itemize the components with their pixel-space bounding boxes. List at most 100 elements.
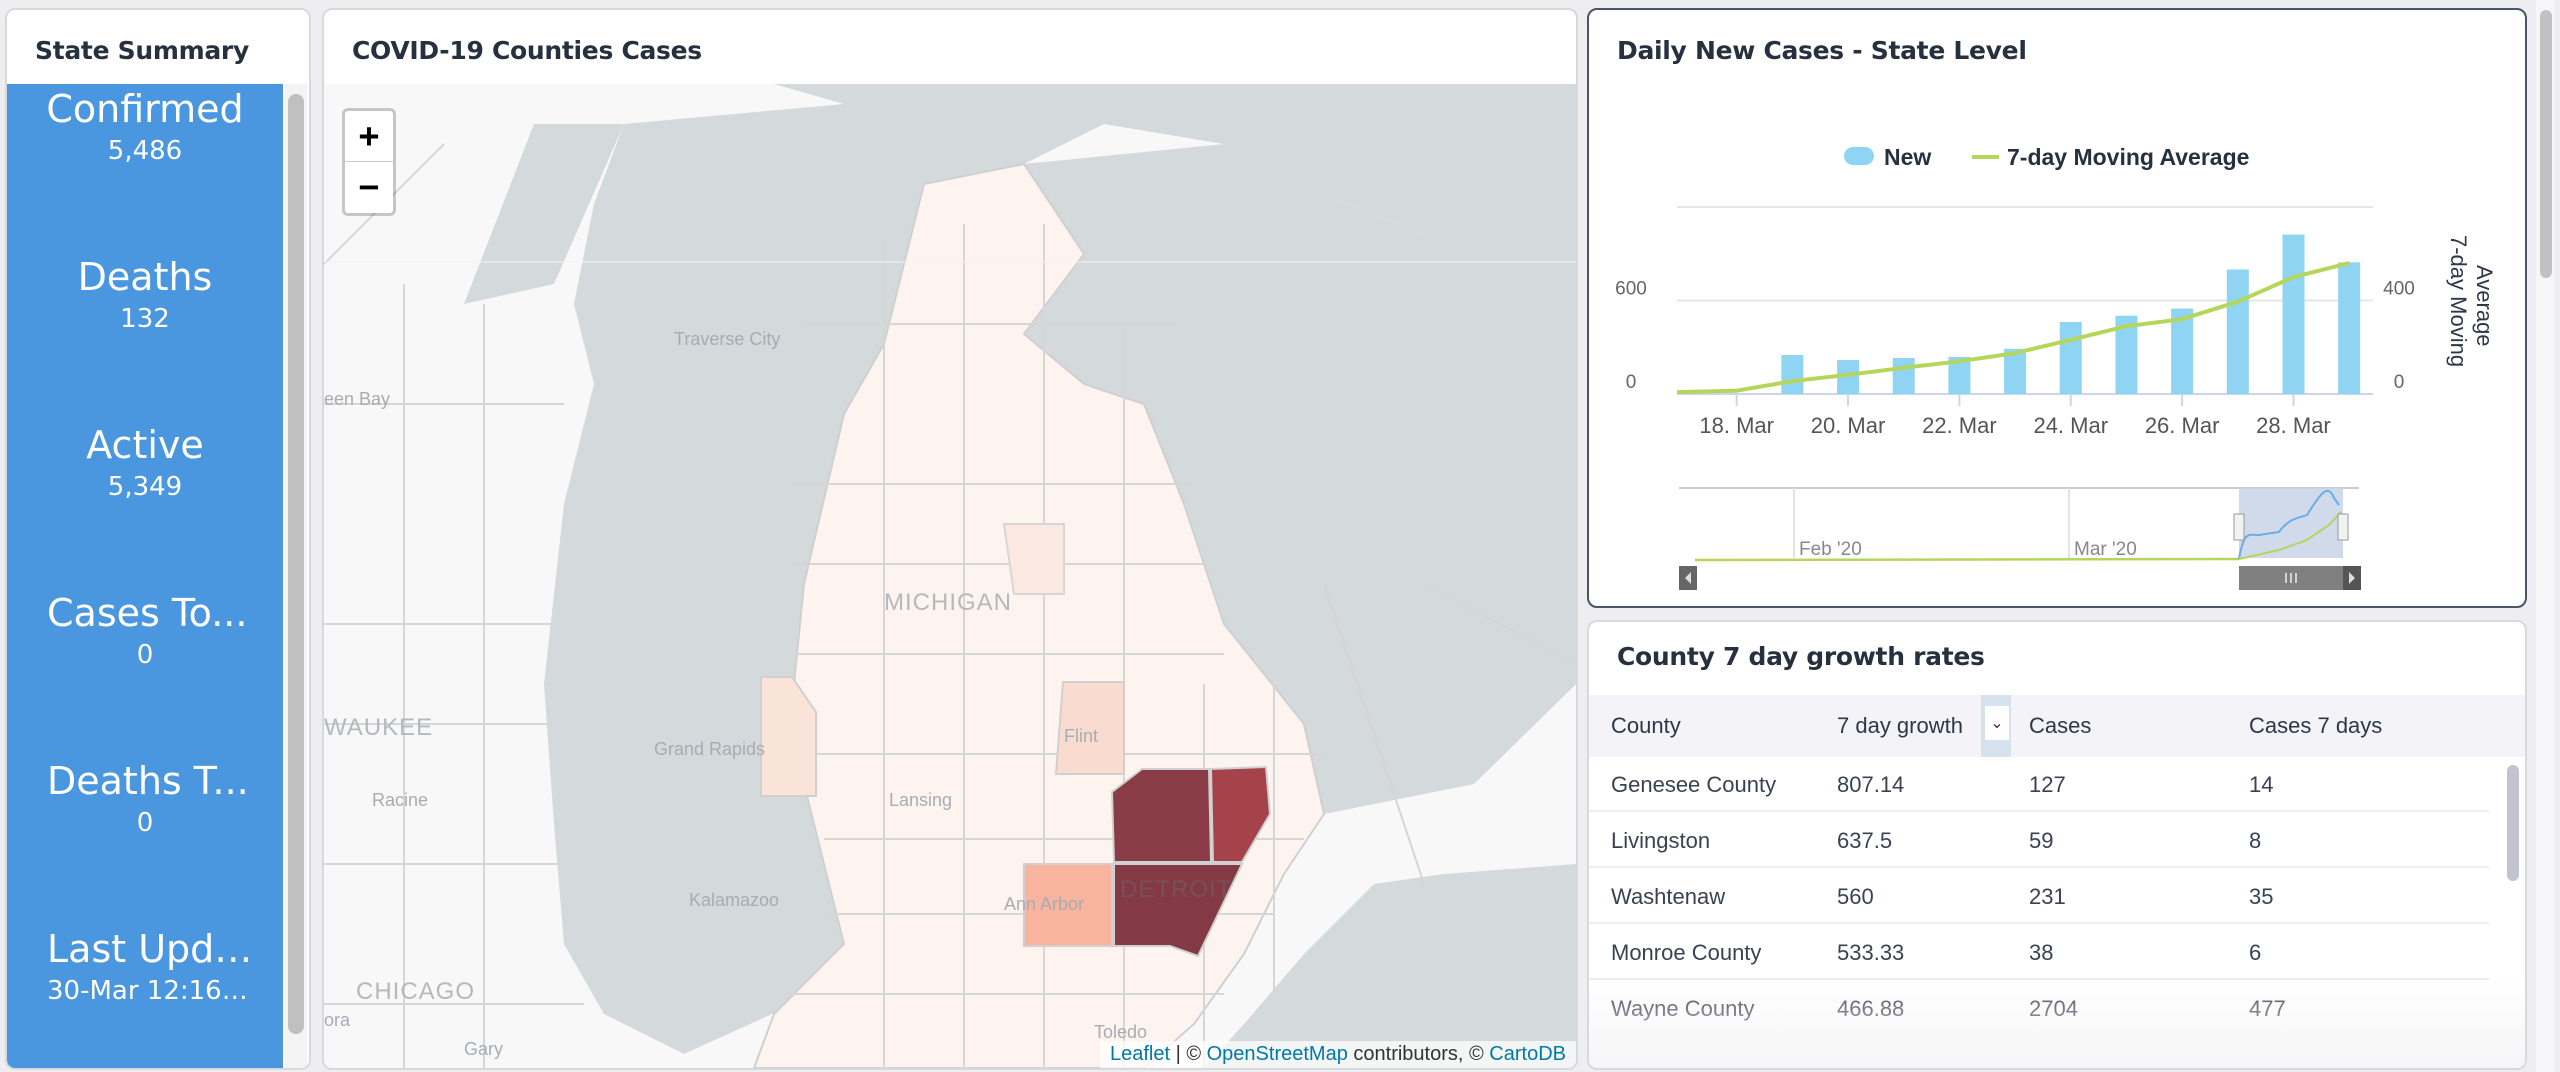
column-header-cases[interactable]: Cases: [2029, 695, 2091, 757]
city-label-grand-rapids: Grand Rapids: [654, 739, 766, 759]
table-row[interactable]: Washtenaw 560 231 35: [1589, 869, 2489, 924]
table-row[interactable]: Genesee County 807.14 127 14: [1589, 757, 2489, 812]
state-summary-title: State Summary: [35, 36, 249, 65]
city-label-milwaukee: WAUKEE: [324, 714, 434, 741]
city-label-detroit: DETROIT: [1120, 876, 1233, 903]
bar-new: [2282, 234, 2305, 394]
city-label-toledo: Toledo: [1094, 1022, 1148, 1042]
leaflet-link[interactable]: Leaflet: [1110, 1043, 1170, 1065]
bar-new: [2059, 322, 2082, 394]
map-svg: [324, 84, 1576, 1068]
city-label-kalamazoo: Kalamazoo: [689, 890, 780, 910]
city-label-traverse-city: Traverse City: [674, 329, 781, 349]
cell-cases-7days: 35: [2249, 884, 2274, 909]
right-axis-tick-label: 400: [2383, 279, 2415, 300]
city-label-flint: Flint: [1064, 726, 1099, 746]
column-header-county[interactable]: County: [1611, 695, 1681, 757]
county-other: [1002, 523, 1065, 595]
cell-growth: 807.14: [1837, 772, 1905, 797]
stat-label: Active: [86, 423, 204, 467]
cell-growth: 560: [1837, 884, 1874, 909]
stat-cases-today[interactable]: Cases To... 0: [7, 590, 283, 674]
stat-active[interactable]: Active 5,349: [7, 422, 283, 506]
x-tick-label: 24. Mar: [2033, 413, 2108, 438]
table-scrollbar-thumb[interactable]: [2507, 765, 2519, 881]
navigator-ma-series: [1694, 557, 2240, 562]
bar-new: [1781, 355, 1804, 394]
navigator-handle-right[interactable]: [2337, 513, 2349, 541]
city-label-ann-arbor: Ann Arbor: [1004, 894, 1085, 914]
stat-value: 0: [136, 640, 154, 670]
attribution-sep: | ©: [1170, 1043, 1207, 1065]
osm-link[interactable]: OpenStreetMap: [1207, 1043, 1348, 1065]
stat-label: Deaths: [77, 255, 213, 299]
chart-x-axis: 18. Mar 20. Mar 22. Mar 24. Mar 26. Mar 28. M…: [1699, 394, 2331, 438]
chart-navigator[interactable]: Feb '20 Mar '20: [1679, 487, 2361, 590]
right-axis-title-line: Average: [2472, 265, 2497, 347]
right-axis-tick-label: 0: [2394, 372, 2405, 393]
cell-county: Genesee County: [1611, 772, 1777, 797]
daily-cases-chart: New 7-day Moving Average 18. Mar 20. Mar 2…: [1615, 144, 2497, 590]
bar-new: [2226, 269, 2249, 394]
stat-value: 5,486: [107, 136, 183, 166]
cell-county: Monroe County: [1611, 940, 1762, 965]
legend-ma-label[interactable]: 7-day Moving Average: [2007, 144, 2249, 170]
stat-last-updated[interactable]: Last Upda... 30-Mar 12:16 ...: [7, 926, 283, 1010]
column-header-7day-growth[interactable]: 7 day growth: [1837, 695, 1963, 757]
city-label-chicago: CHICAGO: [356, 978, 476, 1005]
city-label-aurora: ora: [324, 1010, 351, 1030]
cell-cases: 127: [2029, 772, 2066, 797]
page-scrollbar[interactable]: [2536, 0, 2554, 1072]
city-label-green-bay: een Bay: [324, 389, 391, 409]
legend-new-marker: [1844, 147, 1874, 165]
map-attribution: Leaflet | © OpenStreetMap contributors, …: [1099, 1041, 1576, 1068]
stat-value: 5,349: [107, 472, 183, 502]
legend-new-label[interactable]: New: [1884, 144, 1931, 170]
left-axis-tick-label: 0: [1626, 372, 1637, 393]
page-scrollbar-thumb[interactable]: [2540, 10, 2552, 278]
state-label-michigan: MICHIGAN: [884, 589, 1012, 616]
summary-scrollbar-thumb[interactable]: [288, 94, 304, 1034]
summary-tiles: Confirmed 5,486 Deaths 132 Active 5,349 …: [7, 84, 283, 1068]
stat-deaths-today[interactable]: Deaths T... 0: [7, 758, 283, 842]
table-row[interactable]: Livingston 637.5 59 8: [1589, 813, 2489, 868]
state-summary-panel: State Summary Confirmed 5,486 Deaths 132…: [5, 8, 311, 1070]
city-label-racine: Racine: [372, 790, 429, 810]
stat-value: 0: [136, 808, 154, 838]
stat-label: Cases To...: [47, 591, 248, 635]
stat-value: 30-Mar 12:16 ...: [47, 976, 255, 1006]
city-label-lansing: Lansing: [889, 790, 953, 810]
navigator-range-mask[interactable]: [2239, 488, 2343, 558]
stat-label: Confirmed: [46, 87, 244, 131]
x-tick-label: 20. Mar: [1811, 413, 1886, 438]
x-tick-label: 26. Mar: [2145, 413, 2220, 438]
table-row[interactable]: Monroe County 533.33 38 6: [1589, 925, 2489, 980]
stat-deaths[interactable]: Deaths 132: [7, 254, 283, 338]
x-tick-label: 18. Mar: [1699, 413, 1774, 438]
zoom-out-button[interactable]: −: [345, 162, 393, 213]
right-axis-title-line: 7-day Moving: [2446, 235, 2471, 367]
navigator-label-mar: Mar '20: [2074, 539, 2137, 560]
cell-cases-7days: 6: [2249, 940, 2262, 965]
sort-menu-button[interactable]: ⌄: [1985, 706, 2009, 740]
stat-value: 132: [120, 304, 170, 334]
stat-confirmed[interactable]: Confirmed 5,486: [7, 86, 283, 170]
table-fade: [1589, 978, 2525, 1068]
x-tick-label: 28. Mar: [2256, 413, 2331, 438]
summary-scrollbar[interactable]: [285, 84, 307, 1068]
cartodb-link[interactable]: CartoDB: [1489, 1043, 1566, 1065]
county-growth-panel: County 7 day growth rates County 7 day g…: [1587, 620, 2527, 1070]
table-header: County 7 day growth ⌄ Cases Cases 7 days: [1589, 695, 2525, 757]
navigator-handle-left[interactable]: [2233, 513, 2245, 541]
stat-label: Last Upda...: [47, 927, 274, 971]
cell-cases-7days: 14: [2249, 772, 2274, 797]
column-header-cases-7days[interactable]: Cases 7 days: [2249, 695, 2382, 757]
cell-cases: 38: [2029, 940, 2054, 965]
map-canvas[interactable]: Traverse City een Bay WAUKEE Racine CHIC…: [324, 84, 1576, 1068]
cell-county: Washtenaw: [1611, 884, 1726, 909]
right-axis-title: 7-day MovingAverage: [2446, 235, 2497, 367]
x-tick-label: 22. Mar: [1922, 413, 1997, 438]
cell-cases: 59: [2029, 828, 2054, 853]
chart-y-axes: 0 600 0 400 7-day MovingAverage: [1615, 235, 2497, 393]
zoom-in-button[interactable]: +: [345, 111, 393, 162]
